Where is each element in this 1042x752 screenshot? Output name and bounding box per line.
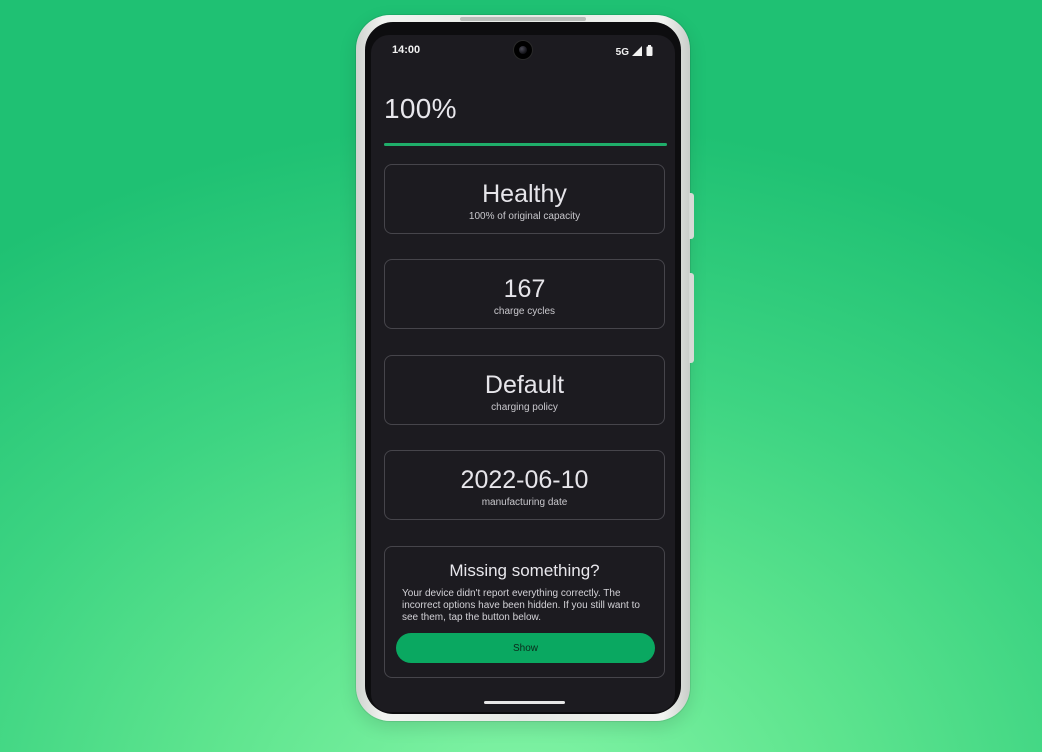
manufacturing-date-label: manufacturing date	[481, 497, 568, 508]
front-camera	[514, 41, 532, 59]
power-button	[689, 193, 694, 239]
signal-icon	[632, 43, 643, 61]
camera-lens	[519, 46, 527, 54]
missing-description: Your device didn't report everything cor…	[402, 588, 640, 623]
missing-something-card: Missing something? Your device didn't re…	[384, 546, 665, 678]
missing-title: Missing something?	[449, 561, 600, 580]
manufacturing-date-value: 2022-06-10	[460, 466, 589, 494]
phone-frame: 14:00 5G 100% Healthy 100% of original c…	[356, 15, 694, 721]
charge-cycles-card: 167 charge cycles	[384, 259, 665, 329]
phone-bezel: 14:00 5G 100% Healthy 100% of original c…	[365, 22, 681, 714]
battery-percentage: 100%	[384, 93, 457, 124]
battery-progress-bar	[384, 143, 667, 146]
volume-rocker	[689, 273, 694, 363]
battery-progress-fill	[384, 143, 667, 146]
status-time: 14:00	[392, 44, 421, 56]
phone-screen: 14:00 5G 100% Healthy 100% of original c…	[371, 35, 675, 712]
show-button[interactable]: Show	[396, 633, 655, 663]
network-label: 5G	[615, 46, 629, 58]
charge-cycles-label: charge cycles	[493, 306, 556, 317]
speaker-slot	[460, 17, 586, 21]
charging-policy-label: charging policy	[491, 402, 558, 413]
charge-cycles-value: 167	[503, 275, 546, 303]
status-bar: 14:00 5G	[371, 35, 675, 65]
battery-icon	[646, 43, 653, 61]
charging-policy-value: Default	[484, 371, 565, 399]
health-label: 100% of original capacity	[468, 211, 581, 222]
health-value: Healthy	[482, 180, 567, 208]
health-card: Healthy 100% of original capacity	[384, 164, 665, 234]
home-indicator[interactable]	[484, 701, 565, 704]
status-icons: 5G	[616, 43, 653, 61]
charging-policy-card: Default charging policy	[384, 355, 665, 425]
manufacturing-date-card: 2022-06-10 manufacturing date	[384, 450, 665, 520]
